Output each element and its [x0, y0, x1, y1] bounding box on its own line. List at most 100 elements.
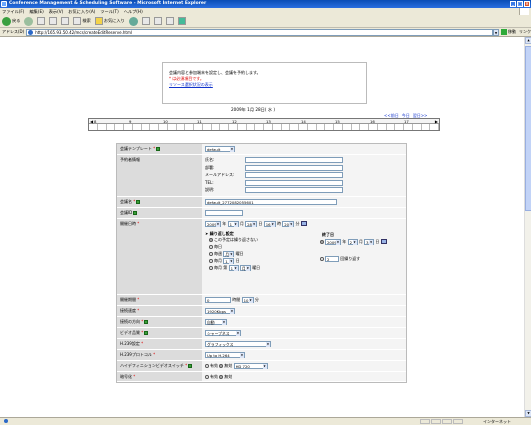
resource-status-link[interactable]: リソース選択状況の表示 — [169, 82, 213, 88]
links-label[interactable]: リンク — [519, 29, 531, 35]
address-dropdown[interactable]: ▼ — [493, 28, 499, 36]
scroll-up-icon[interactable]: ▲ — [525, 37, 531, 44]
timeline-slot[interactable] — [168, 124, 177, 130]
conference-id-input[interactable] — [205, 209, 243, 216]
timeline-slot[interactable] — [308, 124, 317, 130]
booker-email-input[interactable] — [245, 172, 343, 179]
timeline-slot[interactable] — [343, 124, 352, 130]
repeat-daily-radio[interactable] — [209, 244, 213, 249]
timeline-slot[interactable] — [413, 124, 422, 130]
timeline-slot[interactable] — [115, 124, 124, 130]
menu-edit[interactable]: 編集(E) — [29, 8, 43, 15]
conference-name-input[interactable]: default_2772082055601 — [205, 198, 337, 205]
timeline-slot[interactable] — [142, 124, 151, 130]
repeat-monthly-day-select[interactable]: 1 — [223, 257, 235, 264]
help-icon[interactable] — [144, 320, 149, 324]
end-day-select[interactable]: 3 — [364, 238, 375, 245]
timeline-slot[interactable] — [273, 124, 282, 130]
timeline-slot[interactable] — [317, 124, 326, 130]
timeline-slot[interactable] — [325, 124, 334, 130]
direction-select[interactable]: 自動 — [205, 318, 227, 325]
repeat-nth-radio[interactable] — [209, 265, 213, 270]
timeline-slot[interactable] — [334, 124, 343, 130]
duration-minutes-select[interactable]: 10 — [241, 296, 254, 303]
h239-select[interactable]: グラフィックス — [205, 340, 271, 347]
back-button[interactable]: 戻る — [2, 16, 20, 26]
timeline-slot[interactable] — [203, 124, 212, 130]
timeline-slot[interactable] — [159, 124, 168, 130]
menu-help[interactable]: ヘルプ(H) — [124, 8, 143, 15]
timeline-slot[interactable] — [229, 124, 238, 130]
menu-tools[interactable]: ツール(T) — [100, 8, 118, 15]
timeline-slot[interactable] — [430, 124, 439, 130]
help-icon[interactable] — [188, 364, 193, 368]
scroll-thumb[interactable] — [525, 46, 531, 211]
repeat-weekly-radio[interactable] — [209, 251, 213, 256]
timeline-slot[interactable] — [352, 124, 361, 130]
search-button[interactable]: 検索 — [73, 17, 91, 25]
forward-button[interactable] — [24, 16, 34, 26]
stop-icon[interactable] — [37, 17, 46, 25]
hd-off-radio[interactable] — [219, 363, 224, 368]
encryption-on-radio[interactable] — [205, 374, 209, 379]
edit-icon[interactable] — [165, 17, 174, 25]
history-icon[interactable] — [128, 16, 138, 26]
hd-resolution-select[interactable]: HD 720 — [233, 362, 268, 369]
refresh-icon[interactable] — [49, 17, 58, 25]
timeline-slot[interactable] — [360, 124, 369, 130]
timeline-slot[interactable] — [194, 124, 203, 130]
menu-favorites[interactable]: お気に入り(A) — [68, 8, 95, 15]
end-year-select[interactable]: 2009 — [325, 238, 341, 245]
help-icon[interactable] — [144, 331, 149, 335]
timeline-slot[interactable] — [177, 124, 186, 130]
timeline-slot[interactable] — [247, 124, 256, 130]
help-icon[interactable] — [136, 200, 141, 204]
favorites-button[interactable]: お気に入り — [94, 17, 125, 25]
timeline-slot[interactable] — [282, 124, 291, 130]
end-calendar-icon[interactable] — [380, 239, 387, 244]
timeline-slot[interactable] — [124, 124, 133, 130]
video-quality-select[interactable]: シャープネス — [205, 329, 241, 336]
repeat-none-radio[interactable] — [209, 237, 213, 242]
repeat-nth-day-select[interactable]: 月 — [239, 264, 251, 271]
timeline-slot[interactable] — [387, 124, 396, 130]
timeline-slot[interactable] — [238, 124, 247, 130]
timeline-slot[interactable] — [299, 124, 308, 130]
repeat-nth-week-select[interactable]: 1 — [228, 264, 239, 271]
home-icon[interactable] — [61, 17, 70, 25]
timeline-slot[interactable] — [255, 124, 264, 130]
end-month-select[interactable]: 2 — [347, 238, 358, 245]
mail-icon[interactable] — [141, 17, 150, 25]
timeline-slot[interactable] — [150, 124, 159, 130]
end-count-radio[interactable] — [320, 256, 324, 261]
go-button[interactable]: 移動 — [501, 29, 516, 35]
hd-on-radio[interactable] — [205, 363, 209, 368]
timeline-slot[interactable] — [185, 124, 194, 130]
speed-select[interactable]: 1920Kbps — [205, 307, 235, 314]
scroll-down-icon[interactable]: ▼ — [525, 410, 531, 417]
duration-hours-input[interactable]: 0 — [205, 296, 231, 303]
menu-view[interactable]: 表示(V) — [49, 8, 64, 15]
minimize-icon[interactable]: _ — [510, 1, 516, 7]
timeline-slot[interactable] — [133, 124, 142, 130]
end-count-input[interactable]: 2 — [325, 255, 339, 262]
repeat-monthly-radio[interactable] — [209, 258, 213, 263]
timeline-slot[interactable] — [422, 124, 431, 130]
booker-tel-input[interactable] — [245, 179, 343, 186]
booker-name-input[interactable] — [245, 157, 343, 164]
timeline-slot[interactable] — [212, 124, 221, 130]
help-icon[interactable] — [156, 147, 161, 151]
maximize-icon[interactable]: □ — [517, 1, 523, 7]
repeat-weekly-day-select[interactable]: 月 — [223, 250, 235, 257]
timeline-slot[interactable] — [89, 124, 98, 130]
address-input[interactable]: http://165.93.50.42/mcs/createEditReserv… — [26, 28, 494, 36]
calendar-icon[interactable] — [300, 221, 307, 226]
menu-file[interactable]: ファイル(F) — [2, 8, 24, 15]
timeline-slot[interactable] — [404, 124, 413, 130]
end-date-radio[interactable] — [320, 239, 324, 244]
encryption-off-radio[interactable] — [219, 374, 224, 379]
timeline-slot[interactable] — [107, 124, 116, 130]
help-icon[interactable] — [133, 211, 138, 215]
booker-dept-input[interactable] — [245, 164, 343, 171]
timeline-slot[interactable] — [220, 124, 229, 130]
